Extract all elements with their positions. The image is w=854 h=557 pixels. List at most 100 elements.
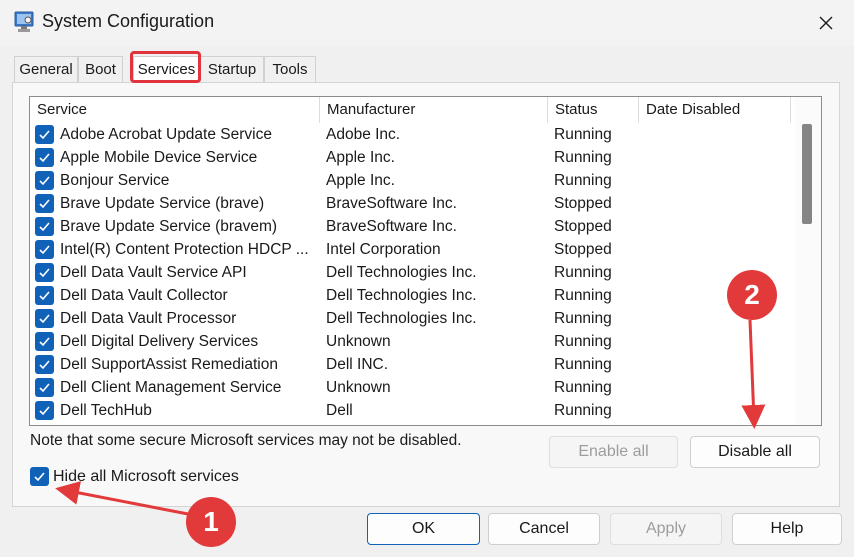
service-name: Dell Client Management Service — [60, 379, 282, 396]
service-manufacturer: Apple Inc. — [326, 149, 395, 166]
service-name: Brave Update Service (brave) — [60, 195, 265, 212]
table-row[interactable]: Dell TechHub Dell Running — [30, 399, 792, 422]
services-list[interactable]: Service Manufacturer Status Date Disable… — [29, 96, 822, 426]
service-checkbox[interactable] — [35, 125, 54, 144]
service-status: Running — [554, 333, 612, 350]
ok-button[interactable]: OK — [367, 513, 480, 545]
service-date-disabled — [645, 192, 790, 215]
tab-general[interactable]: General — [14, 56, 78, 82]
service-status: Stopped — [554, 195, 612, 212]
service-checkbox[interactable] — [35, 378, 54, 397]
table-row[interactable]: Dell Client Management Service Unknown Run… — [30, 376, 792, 399]
service-checkbox[interactable] — [35, 148, 54, 167]
service-status: Running — [554, 356, 612, 373]
table-row[interactable]: Dell Digital Delivery Services Unknown Run… — [30, 330, 792, 353]
tab-boot[interactable]: Boot — [78, 56, 123, 82]
table-row[interactable]: Apple Mobile Device Service Apple Inc. Run… — [30, 146, 792, 169]
close-icon — [819, 16, 833, 30]
service-checkbox[interactable] — [35, 240, 54, 259]
service-checkbox[interactable] — [35, 332, 54, 351]
service-status: Running — [554, 264, 612, 281]
service-status: Stopped — [554, 241, 612, 258]
service-status: Running — [554, 287, 612, 304]
service-status: Running — [554, 310, 612, 327]
service-manufacturer: Dell Technologies Inc. — [326, 287, 477, 304]
checkmark-icon — [39, 314, 50, 324]
service-manufacturer: BraveSoftware Inc. — [326, 218, 457, 235]
table-row[interactable]: Brave Update Service (bravem) BraveSoftwa… — [30, 215, 792, 238]
table-row[interactable]: Dell Data Vault Service API Dell Technolo… — [30, 261, 792, 284]
service-date-disabled — [645, 353, 790, 376]
service-checkbox[interactable] — [35, 286, 54, 305]
service-name: Dell Data Vault Service API — [60, 264, 247, 281]
system-config-icon — [14, 11, 34, 33]
table-row[interactable]: Brave Update Service (brave) BraveSoftwar… — [30, 192, 792, 215]
scrollbar[interactable] — [795, 97, 821, 425]
service-manufacturer: BraveSoftware Inc. — [326, 195, 457, 212]
checkmark-icon — [39, 199, 50, 209]
title-bar: System Configuration — [0, 0, 854, 46]
tab-startup[interactable]: Startup — [200, 56, 264, 82]
checkmark-icon — [39, 130, 50, 140]
column-header-service[interactable]: Service — [30, 97, 320, 123]
service-name: Bonjour Service — [60, 172, 170, 189]
annotation-badge-2: 2 — [727, 270, 777, 320]
service-checkbox[interactable] — [35, 355, 54, 374]
checkmark-icon — [39, 245, 50, 255]
service-name: Intel(R) Content Protection HDCP ... — [60, 241, 309, 258]
hide-microsoft-services-checkbox[interactable] — [30, 467, 49, 486]
tab-services[interactable]: Services — [133, 56, 200, 82]
service-name: Apple Mobile Device Service — [60, 149, 258, 166]
checkmark-icon — [39, 360, 50, 370]
service-checkbox[interactable] — [35, 217, 54, 236]
table-row[interactable]: Dell Data Vault Processor Dell Technologi… — [30, 307, 792, 330]
service-status: Running — [554, 402, 612, 419]
service-status: Running — [554, 379, 612, 396]
table-row[interactable]: Adobe Acrobat Update Service Adobe Inc. Ru… — [30, 123, 792, 146]
service-date-disabled — [645, 169, 790, 192]
enable-all-button[interactable]: Enable all — [549, 436, 678, 468]
service-checkbox[interactable] — [35, 401, 54, 420]
cancel-button[interactable]: Cancel — [488, 513, 600, 545]
service-name: Dell SupportAssist Remediation — [60, 356, 278, 373]
window-title: System Configuration — [42, 11, 215, 31]
service-name: Dell Digital Delivery Services — [60, 333, 259, 350]
help-button[interactable]: Help — [732, 513, 842, 545]
checkmark-icon — [39, 291, 50, 301]
checkmark-icon — [39, 337, 50, 347]
table-row[interactable]: Intel(R) Content Protection HDCP ... Inte… — [30, 238, 792, 261]
checkmark-icon — [39, 153, 50, 163]
checkmark-icon — [39, 176, 50, 186]
tab-tools[interactable]: Tools — [264, 56, 316, 82]
service-checkbox[interactable] — [35, 309, 54, 328]
checkmark-icon — [39, 383, 50, 393]
service-status: Running — [554, 172, 612, 189]
service-checkbox[interactable] — [35, 171, 54, 190]
service-manufacturer: Dell Technologies Inc. — [326, 264, 477, 281]
checkmark-icon — [39, 268, 50, 278]
service-checkbox[interactable] — [35, 263, 54, 282]
service-name: Dell TechHub — [60, 402, 152, 419]
checkmark-icon — [34, 472, 45, 482]
column-header-status[interactable]: Status — [548, 97, 639, 123]
service-manufacturer: Unknown — [326, 379, 391, 396]
service-manufacturer: Adobe Inc. — [326, 126, 401, 143]
hide-microsoft-services-label[interactable]: Hide all Microsoft services — [53, 467, 239, 487]
service-status: Running — [554, 126, 612, 143]
service-name: Adobe Acrobat Update Service — [60, 126, 272, 143]
scroll-thumb[interactable] — [802, 124, 812, 224]
column-header-manufacturer[interactable]: Manufacturer — [320, 97, 548, 123]
close-button[interactable] — [798, 0, 854, 46]
service-manufacturer: Apple Inc. — [326, 172, 395, 189]
table-row[interactable]: Dell Data Vault Collector Dell Technologi… — [30, 284, 792, 307]
table-row[interactable]: Dell SupportAssist Remediation Dell INC. R… — [30, 353, 792, 376]
column-header-date-disabled[interactable]: Date Disabled — [639, 97, 791, 123]
disable-all-button[interactable]: Disable all — [690, 436, 820, 468]
apply-button[interactable]: Apply — [610, 513, 722, 545]
service-checkbox[interactable] — [35, 194, 54, 213]
service-manufacturer: Dell — [326, 402, 353, 419]
service-status: Running — [554, 149, 612, 166]
service-date-disabled — [645, 215, 790, 238]
list-header: Service Manufacturer Status Date Disable… — [30, 97, 792, 123]
table-row[interactable]: Bonjour Service Apple Inc. Running — [30, 169, 792, 192]
